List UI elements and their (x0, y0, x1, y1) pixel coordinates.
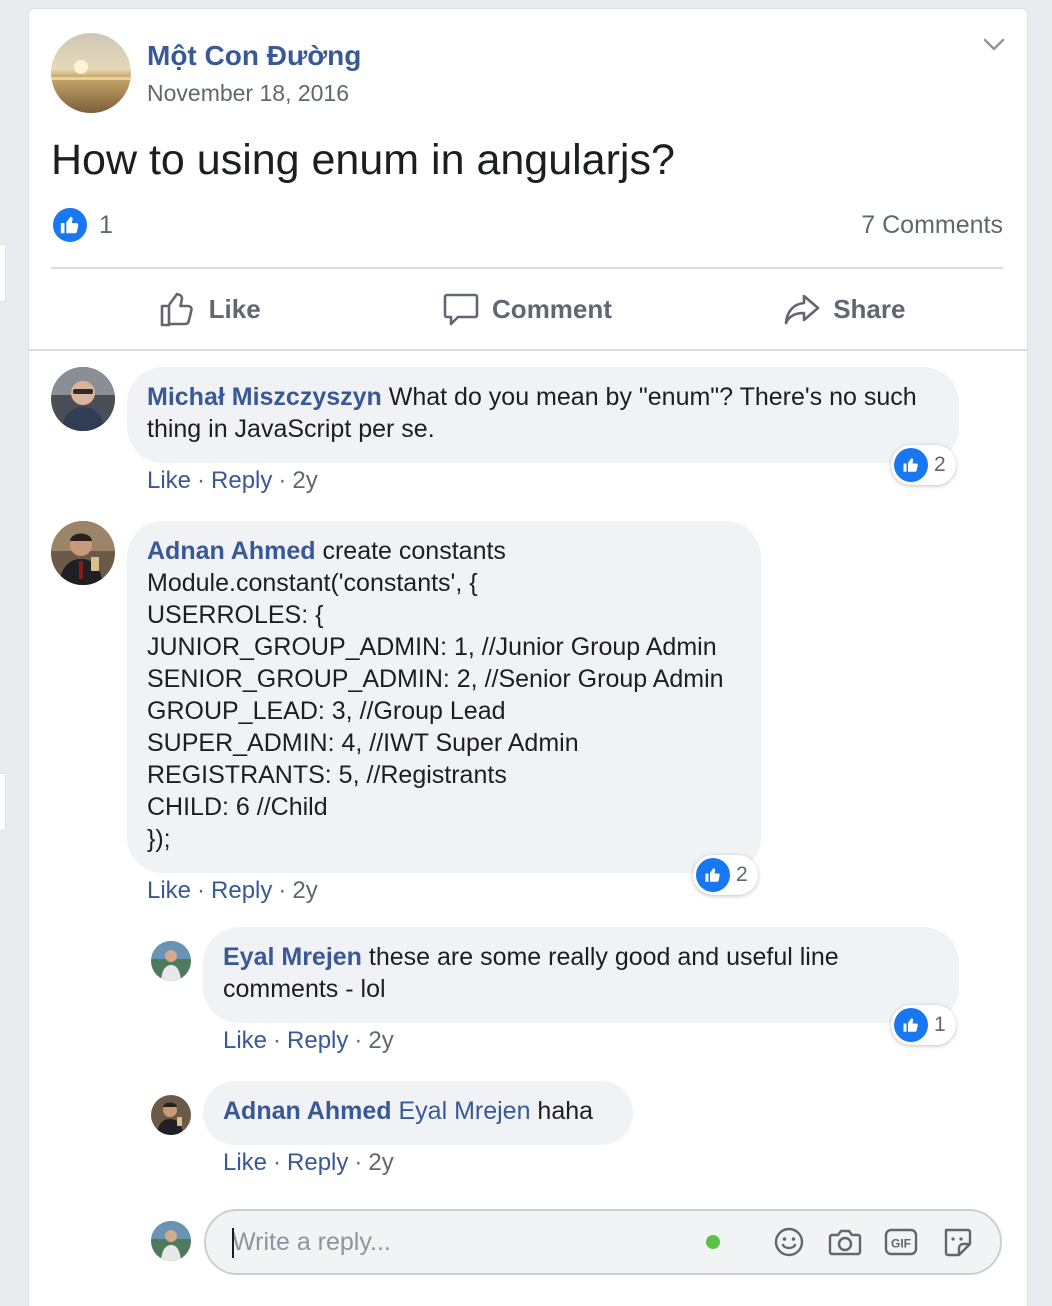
comment-reply-link[interactable]: Reply (211, 467, 272, 494)
reply-text: haha (530, 1097, 594, 1125)
emoji-icon[interactable] (772, 1225, 806, 1259)
reply-meta: Like · Reply · 2y (223, 1027, 394, 1054)
comment-meta: Like · Reply · 2y (147, 467, 318, 494)
comment-reaction-count: 2 (736, 863, 748, 886)
like-button[interactable]: Like (51, 279, 368, 339)
reactions-summary: 1 7 Comments (51, 205, 1003, 245)
comment-text-line: CHILD: 6 //Child (147, 793, 328, 821)
comment-text-line: SENIOR_GROUP_ADMIN: 2, //Senior Group Ad… (147, 665, 724, 693)
current-user-avatar (151, 1221, 191, 1261)
post-date[interactable]: November 18, 2016 (147, 78, 361, 108)
comment-like-link[interactable]: Like (147, 877, 191, 904)
thumbs-up-icon (160, 292, 193, 327)
comment-icon (443, 293, 479, 326)
svg-text:GIF: GIF (891, 1237, 911, 1251)
left-edge-tab-bottom (0, 773, 6, 831)
comment-text-line: USERROLES: { (147, 601, 324, 629)
like-reaction-icon (51, 206, 89, 244)
like-button-label: Like (208, 293, 261, 324)
comment-text-line: REGISTRANTS: 5, //Registrants (147, 761, 507, 789)
comment-age[interactable]: 2y (292, 877, 317, 904)
comment-author[interactable]: Michał Miszczyszyn (147, 383, 382, 411)
comment-author[interactable]: Adnan Ahmed (147, 537, 316, 565)
reply-bubble: Eyal Mrejen these are some really good a… (203, 927, 959, 1023)
comment-text-line: }); (147, 825, 171, 853)
post-text: How to using enum in angularjs? (51, 136, 675, 184)
reply-bubble: Adnan Ahmed Eyal Mrejen haha (203, 1081, 633, 1145)
comment-reactions[interactable]: 2 (891, 445, 956, 485)
reply-author[interactable]: Adnan Ahmed (223, 1097, 392, 1125)
reply-reaction-count: 1 (934, 1013, 946, 1036)
reply-age[interactable]: 2y (368, 1027, 393, 1054)
commenter-avatar[interactable] (51, 367, 115, 431)
reply-meta: Like · Reply · 2y (223, 1149, 394, 1176)
comment-age[interactable]: 2y (292, 467, 317, 494)
post-card: Một Con Đường November 18, 2016 How to u… (28, 8, 1028, 1306)
reply-age[interactable]: 2y (368, 1149, 393, 1176)
share-button-label: Share (833, 293, 906, 324)
left-edge-tab-top (0, 244, 6, 302)
comment-text-line: Module.constant('constants', { (147, 569, 478, 597)
page-name[interactable]: Một Con Đường (147, 38, 361, 74)
comment-button-label: Comment (492, 293, 612, 324)
online-status-dot (706, 1235, 720, 1249)
comment-text-line: GROUP_LEAD: 3, //Group Lead (147, 697, 506, 725)
post-header: Một Con Đường November 18, 2016 (51, 33, 361, 113)
comment-text-line: SUPER_ADMIN: 4, //IWT Super Admin (147, 729, 579, 757)
share-icon (784, 294, 820, 325)
reaction-count: 1 (99, 210, 113, 239)
comment-reactions[interactable]: 2 (693, 855, 758, 895)
reaction-summary[interactable]: 1 (51, 206, 113, 244)
gif-icon[interactable]: GIF (884, 1225, 918, 1259)
comments-section: Michał Miszczyszyn What do you mean by "… (29, 349, 1027, 1306)
like-reaction-icon (894, 1008, 928, 1042)
comment-bubble: Michał Miszczyszyn What do you mean by "… (127, 367, 959, 463)
comment-reaction-count: 2 (934, 453, 946, 476)
divider (51, 267, 1003, 269)
reply-mention[interactable]: Eyal Mrejen (398, 1097, 530, 1125)
comment-bubble: Adnan Ahmed create constants Module.cons… (127, 521, 761, 873)
sticker-icon[interactable] (940, 1225, 974, 1259)
comments-count-link[interactable]: 7 Comments (861, 211, 1003, 240)
reply-like-link[interactable]: Like (223, 1027, 267, 1054)
like-reaction-icon (894, 448, 928, 482)
replier-avatar[interactable] (151, 1095, 191, 1135)
reply-composer[interactable]: GIF (204, 1209, 1002, 1275)
reply-reactions[interactable]: 1 (891, 1005, 956, 1045)
share-button[interactable]: Share (686, 279, 1003, 339)
comment-text-line: JUNIOR_GROUP_ADMIN: 1, //Junior Group Ad… (147, 633, 717, 661)
comment-like-link[interactable]: Like (147, 467, 191, 494)
reply-author[interactable]: Eyal Mrejen (223, 943, 362, 971)
camera-icon[interactable] (828, 1225, 862, 1259)
page-avatar[interactable] (51, 33, 131, 113)
post-actions: Like Comment Share (51, 279, 1003, 339)
reply-reply-link[interactable]: Reply (287, 1027, 348, 1054)
reply-input[interactable] (232, 1211, 712, 1273)
reply-like-link[interactable]: Like (223, 1149, 267, 1176)
replier-avatar[interactable] (151, 941, 191, 981)
reply-tools: GIF (706, 1211, 974, 1273)
comment-text-line: create constants (315, 537, 506, 565)
reply-reply-link[interactable]: Reply (287, 1149, 348, 1176)
commenter-avatar[interactable] (51, 521, 115, 585)
like-reaction-icon (696, 858, 730, 892)
comment-meta: Like · Reply · 2y (147, 877, 318, 904)
comment-button[interactable]: Comment (368, 279, 685, 339)
comment-reply-link[interactable]: Reply (211, 877, 272, 904)
text-caret (232, 1228, 234, 1258)
chevron-down-icon[interactable] (983, 37, 1005, 53)
